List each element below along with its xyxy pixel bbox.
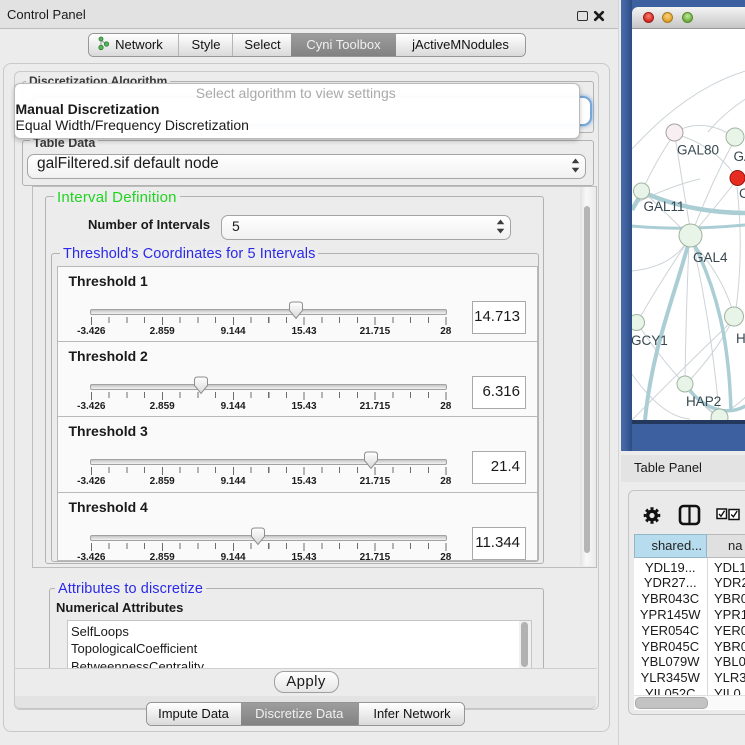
svg-text:GAL4: GAL4 — [733, 149, 745, 164]
svg-text:HAP2: HAP2 — [686, 394, 721, 409]
svg-text:GCY1: GCY1 — [632, 333, 668, 348]
svg-text:GAL80: GAL80 — [677, 142, 719, 157]
svg-text:GAL11: GAL11 — [643, 199, 684, 214]
svg-text:GAL4: GAL4 — [693, 250, 728, 265]
svg-text:HIS: HIS — [736, 331, 745, 346]
svg-text:CD: CD — [739, 186, 745, 201]
